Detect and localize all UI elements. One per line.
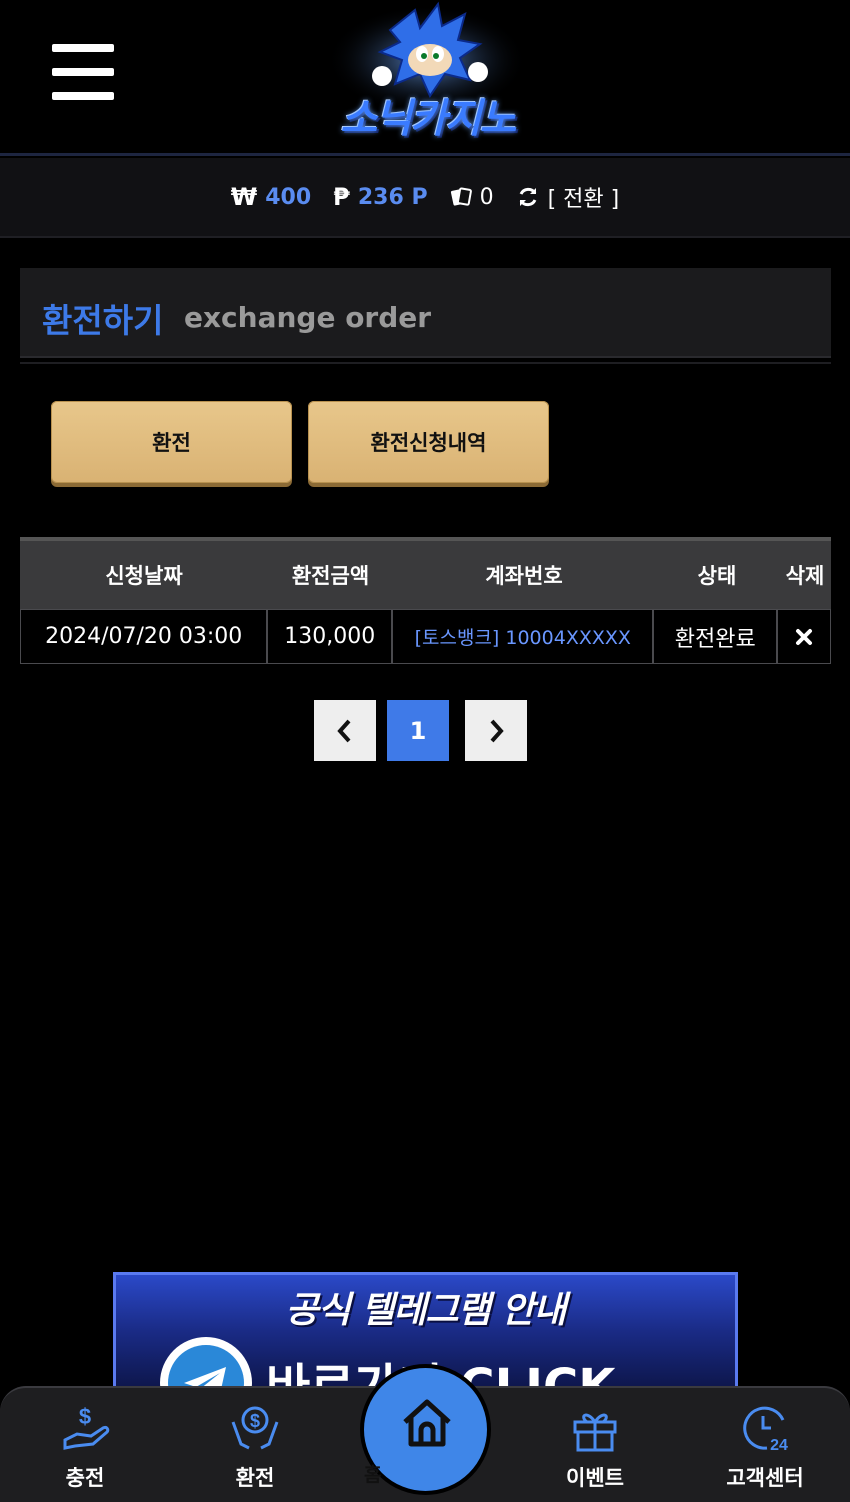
cash-value: 400 xyxy=(265,184,312,210)
exchange-hands-icon: $ xyxy=(231,1406,279,1450)
exchange-table: 신청날짜 환전금액 계좌번호 상태 삭제 2024/07/20 03:00 13… xyxy=(20,537,831,664)
nav-charge-label: 충전 xyxy=(65,1466,105,1490)
chevron-right-icon xyxy=(490,719,504,742)
page-title-panel: 환전하기 exchange order xyxy=(20,268,831,358)
nav-exchange[interactable]: $ 환전 xyxy=(185,1400,325,1500)
home-icon xyxy=(403,1399,451,1447)
point-value: 236 P xyxy=(357,184,428,210)
nav-event-label: 이벤트 xyxy=(566,1466,624,1490)
exchange-button[interactable]: 환전 xyxy=(51,401,292,483)
row-status: 환전완료 xyxy=(654,610,779,663)
top-header: 소닉카지노 xyxy=(0,0,850,156)
gift-icon xyxy=(573,1413,617,1452)
point-icon: ₱ xyxy=(333,183,350,211)
won-icon: ₩ xyxy=(230,183,258,211)
prev-page-button[interactable] xyxy=(314,700,376,761)
table-row: 2024/07/20 03:00 130,000 [토스뱅크] 10004XXX… xyxy=(20,609,831,664)
svg-text:$: $ xyxy=(250,1411,260,1431)
balance-bar: ₩ 400 ₱ 236 P 0 [ 전환 ] xyxy=(0,158,850,238)
divider xyxy=(20,362,831,364)
hamburger-menu-icon[interactable] xyxy=(52,44,114,100)
chip-balance: 0 xyxy=(450,185,494,210)
logo-text: 소닉카지노 xyxy=(340,96,517,142)
svg-text:24: 24 xyxy=(770,1437,788,1454)
col-date-header: 신청날짜 xyxy=(105,564,183,588)
next-page-button[interactable] xyxy=(465,700,527,761)
col-amount-header: 환전금액 xyxy=(291,564,370,588)
support-24-icon: 24 xyxy=(743,1406,788,1454)
nav-exchange-label: 환전 xyxy=(235,1466,275,1490)
row-account: [토스뱅크] 10004XXXXX xyxy=(393,610,655,663)
cash-balance: ₩ 400 xyxy=(231,183,311,211)
col-account-header: 계좌번호 xyxy=(485,564,563,588)
cards-icon xyxy=(450,187,472,206)
nav-charge[interactable]: $ 충전 xyxy=(15,1400,155,1500)
refresh-icon xyxy=(519,187,536,207)
chip-value: 0 xyxy=(479,184,494,210)
col-status-header: 상태 xyxy=(697,564,737,588)
exchange-history-button[interactable]: 환전신청내역 xyxy=(308,401,549,483)
nav-home-button[interactable]: 홈 xyxy=(360,1364,491,1495)
svg-text:$: $ xyxy=(79,1404,91,1429)
row-amount: 130,000 xyxy=(268,610,394,663)
nav-home-label: 홈 xyxy=(364,1464,382,1486)
nav-support-label: 고객센터 xyxy=(726,1466,804,1490)
convert-label: [ 전환 ] xyxy=(547,187,620,212)
page-subtitle: exchange order xyxy=(184,301,432,334)
point-balance: ₱ 236 P xyxy=(333,183,427,211)
banner-title: 공식 텔레그램 안내 xyxy=(285,1290,566,1331)
page-title: 환전하기 xyxy=(42,301,164,340)
nav-event[interactable]: 이벤트 xyxy=(525,1400,665,1500)
page-number-1[interactable]: 1 xyxy=(387,700,449,761)
chevron-left-icon xyxy=(337,719,351,742)
convert-button[interactable]: [ 전환 ] xyxy=(516,181,620,213)
col-delete-header: 삭제 xyxy=(785,564,825,588)
close-icon xyxy=(796,628,813,645)
deposit-hand-icon: $ xyxy=(63,1404,110,1450)
nav-support[interactable]: 24 고객센터 xyxy=(695,1400,835,1500)
row-date: 2024/07/20 03:00 xyxy=(21,610,269,663)
table-header: 신청날짜 환전금액 계좌번호 상태 삭제 xyxy=(20,537,831,609)
row-delete-button[interactable] xyxy=(778,610,830,663)
site-logo[interactable]: 소닉카지노 xyxy=(320,0,535,148)
